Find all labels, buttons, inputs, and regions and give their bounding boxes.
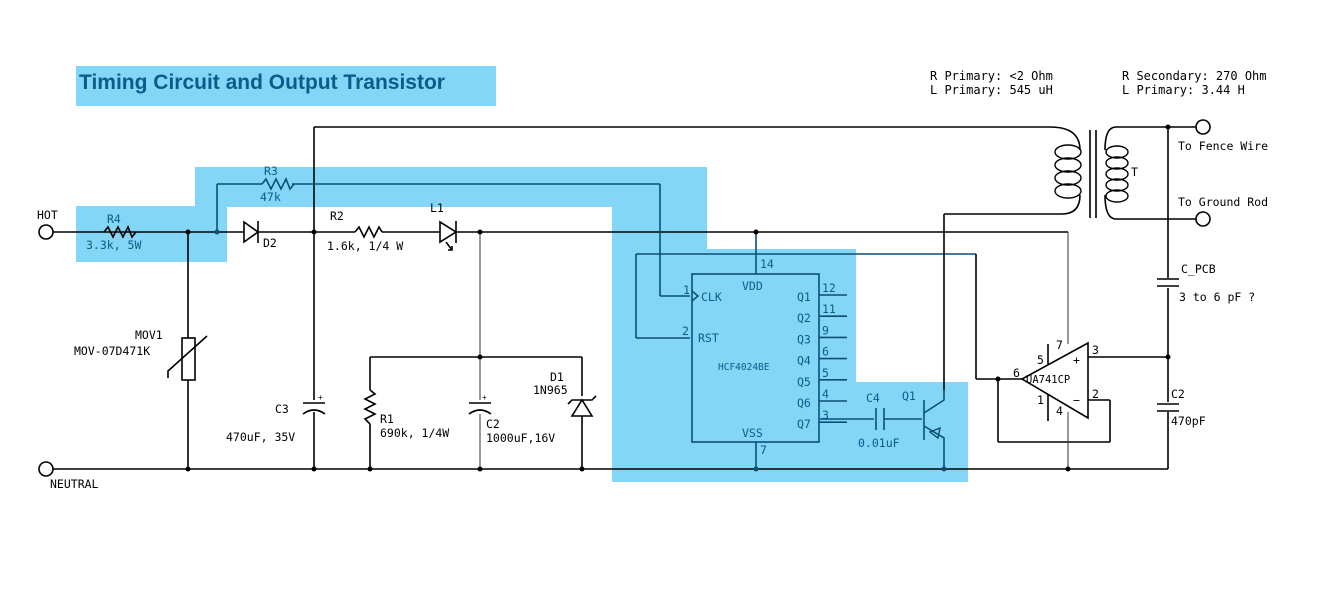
r2-ref: R2	[330, 209, 344, 223]
d1-ref: D1	[550, 370, 564, 384]
q1-ref: Q1	[902, 389, 916, 403]
vdd-pin-name: VDD	[742, 279, 763, 293]
cpcb-ref: C_PCB	[1181, 262, 1216, 276]
fence-terminal	[1195, 119, 1211, 135]
svg-text:+: +	[318, 393, 323, 402]
opamp-pin-vplus: 7	[1056, 338, 1063, 352]
c2-470pf-value: 470pF	[1171, 414, 1206, 428]
counter-pin-name-q5: Q5	[797, 375, 811, 389]
counter-pin-num-q4: 6	[822, 345, 829, 359]
d2-diode-symbol	[243, 220, 260, 244]
c4-value: 0.01uF	[858, 436, 900, 450]
opamp-pin-vminus: 4	[1056, 404, 1063, 418]
r1-ref: R1	[380, 412, 394, 426]
svg-text:+: +	[482, 393, 487, 402]
r4-ref: R4	[107, 212, 121, 226]
r4-value: 3.3k, 5W	[86, 238, 141, 252]
r2-resistor-symbol	[354, 225, 383, 239]
d1-zener-symbol	[567, 395, 597, 417]
counter-pin-name-q1: Q1	[797, 290, 811, 304]
counter-pin-name-q7: Q7	[797, 417, 811, 431]
ground-label: To Ground Rod	[1178, 195, 1268, 209]
transformer-symbol	[1049, 126, 1129, 220]
rst-pin-name: RST	[698, 331, 719, 345]
neutral-label: NEUTRAL	[50, 477, 99, 491]
vss-pin-num: 7	[760, 443, 767, 457]
transformer-ref: T	[1131, 165, 1138, 179]
hot-label: HOT	[37, 208, 58, 222]
r3-value: 47k	[260, 190, 281, 204]
mov1-varistor-symbol	[167, 335, 208, 381]
cpcb-capacitor-symbol	[1157, 278, 1179, 287]
c2-ref: C2	[486, 417, 500, 431]
mov1-ref: MOV1	[135, 328, 163, 342]
r2-value: 1.6k, 1/4 W	[327, 239, 403, 253]
c4-ref: C4	[866, 391, 880, 405]
counter-pin-num-q2: 11	[822, 302, 836, 316]
vss-pin-name: VSS	[742, 426, 763, 440]
fence-label: To Fence Wire	[1178, 139, 1268, 153]
r1-resistor-symbol	[363, 389, 377, 425]
highlight-r3-drop	[195, 167, 227, 262]
counter-pin-num-q6: 4	[822, 387, 829, 401]
opamp-plus-sign: +	[1073, 353, 1080, 367]
ground-terminal	[1195, 211, 1211, 227]
d2-ref: D2	[263, 236, 277, 250]
r1-value: 690k, 1/4W	[380, 426, 449, 440]
opamp-pin-in-minus: 2	[1092, 387, 1099, 401]
neutral-terminal	[38, 461, 54, 477]
c2-value: 1000uF,16V	[486, 431, 555, 445]
c3-value: 470uF, 35V	[226, 430, 295, 444]
mov1-value: MOV-07D471K	[74, 344, 150, 358]
counter-pin-name-q6: Q6	[797, 396, 811, 410]
counter-pin-num-q7: 3	[822, 408, 829, 422]
counter-pin-num-q1: 12	[822, 281, 836, 295]
cpcb-value: 3 to 6 pF ?	[1179, 290, 1255, 304]
c2-470pf-capacitor-symbol	[1157, 403, 1179, 412]
opamp-part-number: UA741CP	[1026, 374, 1070, 386]
l1-ref: L1	[430, 201, 444, 215]
counter-pin-name-q2: Q2	[797, 311, 811, 325]
counter-pin-num-q3: 9	[822, 323, 829, 337]
opamp-pin-offset-a: 5	[1037, 353, 1044, 367]
r3-ref: R3	[264, 164, 278, 178]
opamp-ua741cp: UA741CP + − 6 7 5 1 4 3 2	[1013, 338, 1099, 421]
rst-pin-num: 2	[682, 324, 689, 338]
opamp-minus-sign: −	[1073, 393, 1080, 407]
opamp-pin-out: 6	[1013, 366, 1020, 380]
counter-part-number: HCF4024BE	[718, 362, 770, 373]
clk-pin-name: CLK	[701, 290, 722, 304]
hot-terminal	[38, 224, 54, 240]
opamp-pin-offset-b: 1	[1037, 393, 1044, 407]
vdd-pin-num: 14	[760, 257, 774, 271]
l1-led-symbol	[439, 220, 458, 251]
counter-pin-num-q5: 5	[822, 366, 829, 380]
d1-value: 1N965	[533, 383, 568, 397]
c2-470pf-ref: C2	[1171, 387, 1185, 401]
c3-ref: C3	[275, 402, 289, 416]
schematic: HOT NEUTRAL To Fence Wire To Ground Rod …	[37, 119, 1268, 491]
counter-pin-name-q4: Q4	[797, 354, 811, 368]
clk-pin-num: 1	[683, 283, 690, 297]
counter-pin-name-q3: Q3	[797, 332, 811, 346]
opamp-pin-in-plus: 3	[1092, 343, 1099, 357]
